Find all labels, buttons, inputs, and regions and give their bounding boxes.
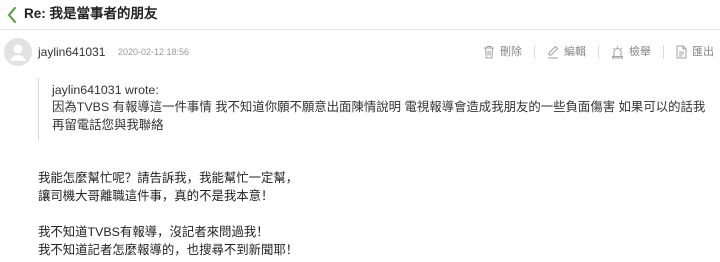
alarm-icon [612,46,623,59]
avatar[interactable] [4,38,32,66]
edit-button[interactable]: 編輯 [534,45,598,59]
author-username[interactable]: jaylin641031 [38,44,105,60]
back-button[interactable] [6,6,18,24]
topic-header: Re: 我是當事者的朋友 [0,0,720,30]
quote-line: 再留電話您與我聯絡 [52,118,164,132]
delete-button[interactable]: 刪除 [471,45,534,59]
body-line: 我不知道記者怎麼報導的，也搜尋不到新聞耶！ [38,243,299,257]
report-label: 檢舉 [629,46,651,58]
pencil-icon [548,45,559,59]
user-avatar-icon [4,38,32,66]
quote-line: 因為TVBS 有報導這一件事情 我不知道你願不願意出面陳情說明 電視報導會造成我… [52,100,706,114]
report-button[interactable]: 檢舉 [598,45,663,59]
post-date: 2020-02-12 18:56 [118,47,190,57]
export-document-icon [676,45,687,59]
export-label: 匯出 [692,46,714,58]
body-line: 我不知道TVBS有報導，沒記者來問過我！ [38,225,269,239]
page-title: Re: 我是當事者的朋友 [24,6,158,21]
quote-author: jaylin641031 wrote: [52,83,159,97]
body-line: 我能怎麼幫忙呢？請告訴我，我能幫忙一定幫， [38,171,299,185]
post-body: 我能怎麼幫忙呢？請告訴我，我能幫忙一定幫， 讓司機大哥離職這件事，真的不是我本意… [38,169,708,259]
body-paragraph: 我能怎麼幫忙呢？請告訴我，我能幫忙一定幫， 讓司機大哥離職這件事，真的不是我本意… [38,169,708,205]
edit-label: 編輯 [564,46,586,58]
trash-icon [484,46,494,59]
chevron-left-icon [8,7,16,23]
body-paragraph: 我不知道TVBS有報導，沒記者來問過我！ 我不知道記者怎麼報導的，也搜尋不到新聞… [38,223,708,259]
quote-block: jaylin641031 wrote: 因為TVBS 有報導這一件事情 我不知道… [38,78,718,140]
body-line: 讓司機大哥離職這件事，真的不是我本意！ [38,189,274,203]
delete-label: 刪除 [500,46,522,58]
post-actions: 刪除 編輯 檢舉 匯出 [471,45,714,59]
export-button[interactable]: 匯出 [663,45,714,59]
